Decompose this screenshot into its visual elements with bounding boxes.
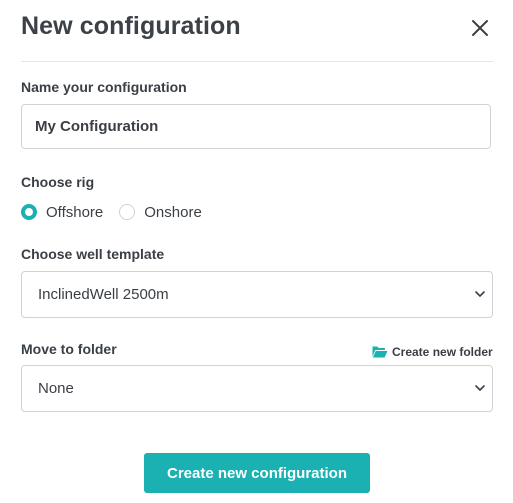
- folder-open-icon: [372, 346, 388, 358]
- configuration-name-input[interactable]: [21, 104, 491, 149]
- header-divider: [21, 61, 493, 62]
- folder-select[interactable]: None: [21, 365, 493, 412]
- chevron-down-icon: [475, 385, 485, 391]
- radio-offshore[interactable]: Offshore: [21, 204, 103, 221]
- create-new-folder-label: Create new folder: [392, 345, 493, 359]
- well-template-label: Choose well template: [21, 246, 165, 262]
- well-template-select[interactable]: InclinedWell 2500m: [21, 271, 493, 318]
- chevron-down-icon: [475, 291, 485, 297]
- rig-label: Choose rig: [21, 174, 95, 190]
- close-button[interactable]: [466, 14, 494, 42]
- radio-offshore-indicator[interactable]: [21, 204, 37, 220]
- folder-label: Move to folder: [21, 341, 117, 357]
- radio-onshore-indicator[interactable]: [119, 204, 136, 220]
- name-label: Name your configuration: [21, 79, 187, 95]
- new-configuration-dialog: New configuration Name your configuratio…: [0, 0, 513, 503]
- create-configuration-button[interactable]: Create new configuration: [144, 453, 370, 493]
- radio-offshore-label: Offshore: [46, 203, 104, 221]
- radio-onshore[interactable]: Onshore: [119, 204, 202, 221]
- dialog-title: New configuration: [21, 12, 241, 40]
- close-icon: [472, 20, 488, 36]
- create-new-folder-link[interactable]: Create new folder: [372, 345, 493, 359]
- well-template-value: InclinedWell 2500m: [38, 286, 169, 303]
- folder-value: None: [38, 380, 74, 397]
- rig-radio-group: Offshore Onshore: [21, 202, 218, 222]
- radio-onshore-label: Onshore: [144, 203, 202, 221]
